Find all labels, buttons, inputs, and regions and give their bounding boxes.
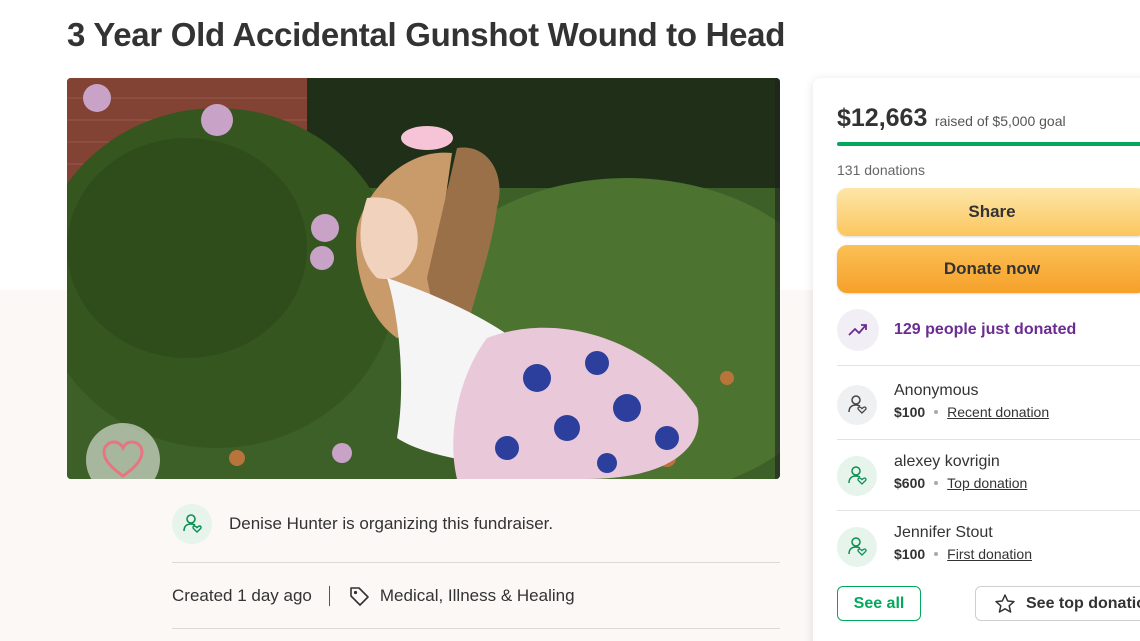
progress-fill xyxy=(837,142,1140,146)
donor-amount: $100 xyxy=(894,546,926,562)
donation-card: $12,663 raised of $5,000 goal 131 donati… xyxy=(813,78,1140,641)
donor-name: Anonymous xyxy=(894,382,979,399)
divider xyxy=(172,628,780,629)
divider xyxy=(837,439,1140,440)
dot-separator xyxy=(934,552,939,556)
donor-name: Jennifer Stout xyxy=(894,524,993,541)
created-date: Created 1 day ago xyxy=(172,586,312,605)
donations-count: 131 donations xyxy=(837,162,925,178)
raised-summary: $12,663 raised of $5,000 goal xyxy=(837,104,1066,133)
page-title: 3 Year Old Accidental Gunshot Wound to H… xyxy=(67,16,786,53)
campaign-photo xyxy=(67,78,780,479)
donor-tag-link[interactable]: Recent donation xyxy=(947,404,1049,420)
user-heart-icon xyxy=(837,385,877,425)
dot-separator xyxy=(934,481,939,485)
donor-tag-link[interactable]: First donation xyxy=(947,546,1032,562)
recent-activity: 129 people just donated xyxy=(837,309,1076,351)
dot-separator xyxy=(934,410,939,414)
goal-text: raised of $5,000 goal xyxy=(934,113,1066,129)
divider xyxy=(837,510,1140,511)
donor-item: alexey kovrigin $600 Top donation xyxy=(837,453,1027,496)
donor-item: Anonymous $100 Recent donation xyxy=(837,382,1049,425)
see-top-donations-button[interactable]: See top donations xyxy=(975,586,1140,621)
donor-amount: $100 xyxy=(894,404,926,420)
star-icon xyxy=(995,593,1015,613)
donor-amount: $600 xyxy=(894,475,926,491)
heart-icon xyxy=(102,440,144,478)
recent-donors-text[interactable]: 129 people just donated xyxy=(894,321,1076,339)
see-top-label: See top donations xyxy=(1026,594,1140,612)
tag-icon xyxy=(350,587,369,606)
meta-separator xyxy=(328,586,330,606)
organizer-text: Denise Hunter is organizing this fundrai… xyxy=(229,514,554,533)
category-label: Medical, Illness & Healing xyxy=(379,586,575,605)
divider xyxy=(172,562,780,563)
campaign-meta: Created 1 day ago Medical, Illness & Hea… xyxy=(172,585,575,607)
donate-button[interactable]: Donate now xyxy=(837,245,1140,293)
divider xyxy=(837,365,1140,366)
user-heart-icon xyxy=(172,504,212,544)
donor-item: Jennifer Stout $100 First donation xyxy=(837,524,1032,567)
trending-up-icon xyxy=(837,309,879,351)
share-button[interactable]: Share xyxy=(837,188,1140,236)
user-heart-icon xyxy=(837,456,877,496)
raised-amount: $12,663 xyxy=(837,104,928,132)
category-link[interactable]: Medical, Illness & Healing xyxy=(348,585,575,607)
organizer-row: Denise Hunter is organizing this fundrai… xyxy=(172,504,553,544)
donor-tag-link[interactable]: Top donation xyxy=(947,475,1027,491)
see-all-button[interactable]: See all xyxy=(837,586,921,621)
user-heart-icon xyxy=(837,527,877,567)
progress-bar xyxy=(837,142,1140,146)
donor-name: alexey kovrigin xyxy=(894,453,1000,470)
